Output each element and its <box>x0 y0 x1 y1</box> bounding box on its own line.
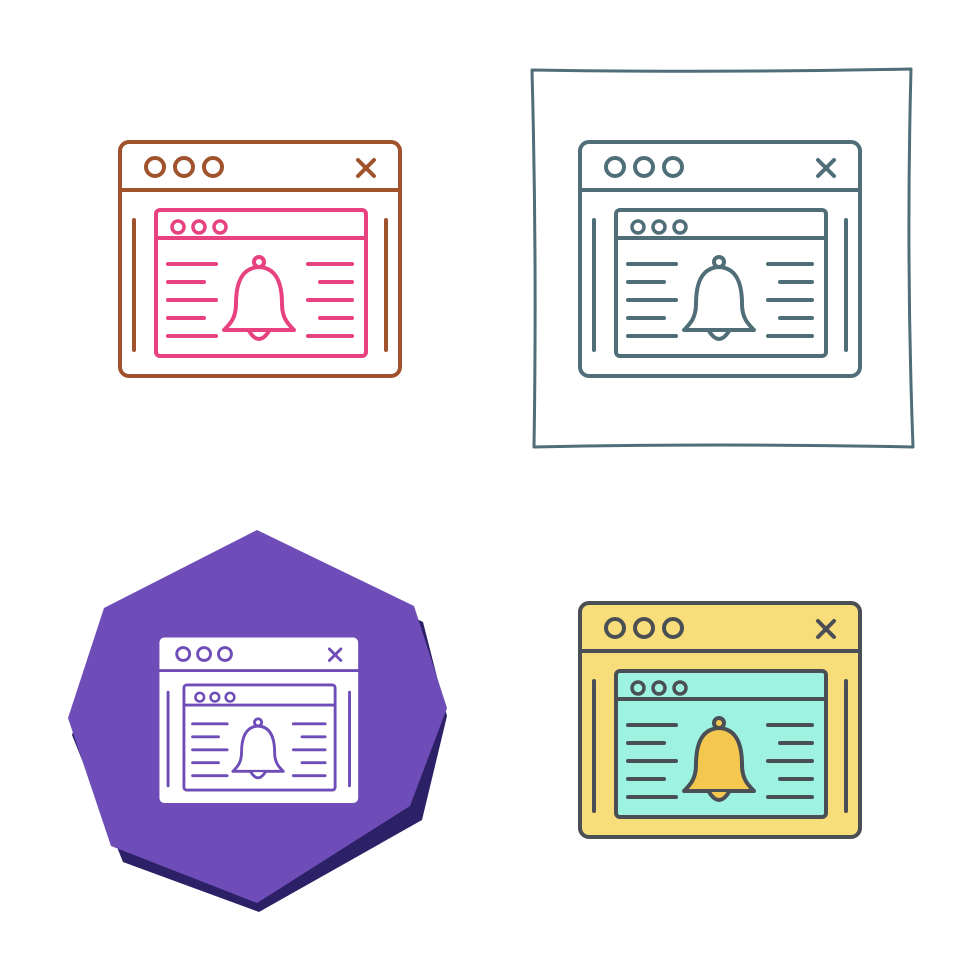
browser-bell-icon <box>578 140 862 378</box>
icon-sheet <box>0 0 980 980</box>
bell-icon <box>682 255 756 341</box>
window-control-dots <box>604 156 684 178</box>
browser-bell-icon <box>118 140 402 378</box>
browser-bell-filled-icon <box>578 601 862 839</box>
bell-icon <box>222 255 296 341</box>
window-control-dots <box>144 156 224 178</box>
inner-control-dots <box>630 219 688 235</box>
browser-bell-icon <box>578 601 862 839</box>
browser-bell-octagon-icon <box>68 530 447 912</box>
close-icon <box>816 158 836 178</box>
browser-bell-icon <box>156 634 362 806</box>
text-lines-right <box>306 262 354 338</box>
close-icon <box>356 158 376 178</box>
browser-bell-outline-colored-icon <box>118 140 402 378</box>
text-lines-right <box>766 262 814 338</box>
browser-bell-outline-framed-icon <box>530 67 915 449</box>
text-lines-left <box>166 262 218 338</box>
text-lines-left <box>626 262 678 338</box>
inner-control-dots <box>170 219 228 235</box>
